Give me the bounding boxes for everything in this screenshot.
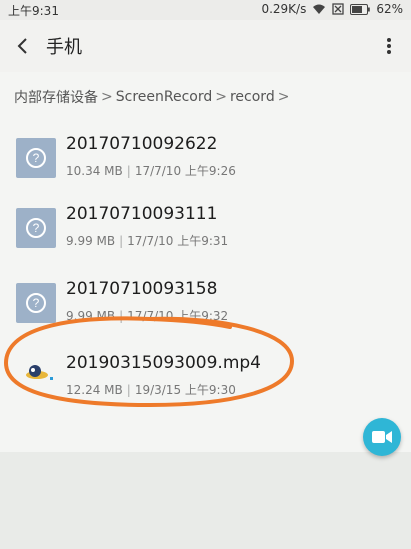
network-speed: 0.29K/s (261, 2, 307, 16)
file-list: ? 20170710092622 10.34 MB | 17/7/10 上午9:26… (0, 122, 411, 452)
chevron-right-icon: > (215, 89, 227, 105)
file-size: 12.24 MB (66, 383, 123, 397)
status-right: 0.29K/s 62% (261, 2, 403, 16)
app-bar: 手机 (0, 20, 411, 72)
more-options-icon[interactable] (385, 34, 393, 58)
file-meta: 9.99 MB | 17/7/10 上午9:31 (66, 234, 229, 248)
list-item[interactable]: ? 20170710093111 9.99 MB | 17/7/10 上午9:31 (0, 192, 411, 264)
chevron-right-icon: > (101, 89, 113, 105)
status-time: 上午9:31 (8, 4, 59, 18)
chevron-right-icon: > (277, 89, 290, 105)
file-size: 9.99 MB (66, 234, 116, 248)
unknown-file-icon: ? (16, 208, 56, 248)
file-date: 17/7/10 上午9:31 (127, 234, 229, 248)
no-sim-icon (332, 3, 344, 15)
file-date: 17/7/10 上午9:32 (127, 309, 229, 323)
file-name: 20170710093111 (66, 204, 218, 224)
battery-icon (350, 3, 371, 15)
file-meta: 12.24 MB | 19/3/15 上午9:30 (66, 383, 236, 397)
file-meta: 10.34 MB | 17/7/10 上午9:26 (66, 164, 236, 178)
breadcrumb-item-screenrecord[interactable]: ScreenRecord (116, 89, 213, 105)
status-bar: 上午9:31 0.29K/s 62% (0, 0, 411, 20)
file-name: 20190315093009.mp4 (66, 353, 261, 373)
file-size: 9.99 MB (66, 309, 116, 323)
file-size: 10.34 MB (66, 164, 123, 178)
file-date: 19/3/15 上午9:30 (134, 383, 236, 397)
unknown-file-icon: ? (16, 283, 56, 323)
list-item[interactable]: 20190315093009.mp4 12.24 MB | 19/3/15 上午9:… (0, 341, 411, 413)
battery-percent: 62% (376, 2, 403, 16)
file-date: 17/7/10 上午9:26 (134, 164, 236, 178)
breadcrumb-item-internal-storage[interactable]: 内部存储设备 (14, 87, 98, 107)
back-arrow-icon[interactable] (12, 34, 36, 58)
file-name: 20170710093158 (66, 279, 218, 299)
breadcrumb-item-record[interactable]: record (230, 89, 275, 105)
file-meta: 9.99 MB | 17/7/10 上午9:32 (66, 309, 229, 323)
file-name: 20170710092622 (66, 134, 218, 154)
video-player-app-icon (20, 355, 56, 391)
list-item[interactable]: ? 20170710092622 10.34 MB | 17/7/10 上午9:26 (0, 122, 411, 194)
video-camera-icon (372, 431, 392, 443)
breadcrumb: 内部存储设备 > ScreenRecord > record > (0, 72, 411, 122)
list-item[interactable]: ? 20170710093158 9.99 MB | 17/7/10 上午9:32 (0, 267, 411, 339)
wifi-icon (312, 4, 326, 15)
page-title: 手机 (46, 37, 82, 58)
unknown-file-icon: ? (16, 138, 56, 178)
record-video-button[interactable] (363, 418, 401, 456)
